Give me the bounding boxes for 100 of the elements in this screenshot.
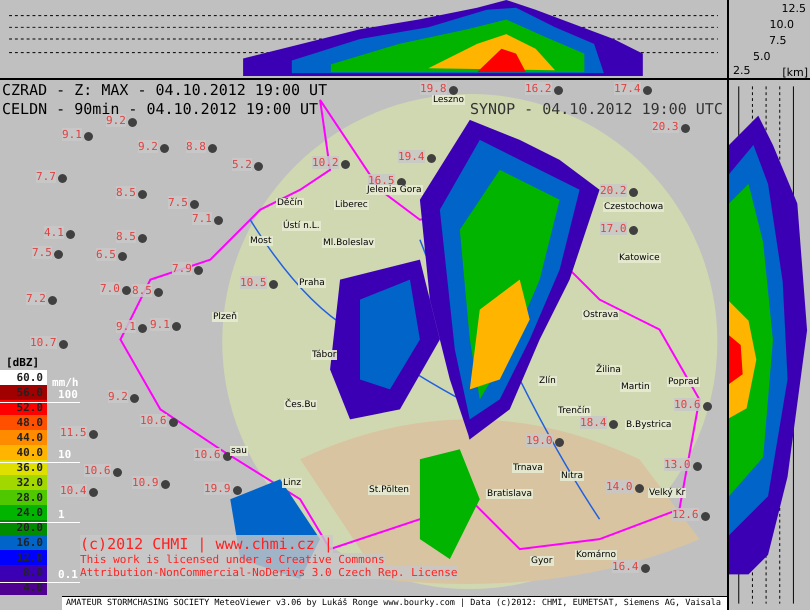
station-temperature: 5.2	[232, 158, 252, 171]
legend-level: 20.0	[0, 520, 47, 535]
city-label: Linz	[282, 478, 302, 488]
station-marker-icon	[130, 394, 139, 403]
city-label: Most	[249, 236, 272, 246]
rain-rate-label: 0.1	[58, 568, 78, 581]
station-temperature: 9.2	[108, 390, 128, 403]
legend-level: 12.0	[0, 550, 47, 565]
station-temperature: 19.0	[526, 434, 552, 447]
city-label: Praha	[298, 278, 326, 288]
city-label: Plzeň	[212, 312, 238, 322]
station-marker-icon	[208, 144, 217, 153]
station-temperature: 7.9	[172, 262, 192, 275]
rain-unit-label: mm/h	[52, 376, 78, 389]
copyright-text: (c)2012 CHMI | www.chmi.cz |	[80, 535, 333, 553]
station-marker-icon	[190, 200, 199, 209]
station-temperature: 7.7	[36, 170, 56, 183]
station-marker-icon	[118, 252, 127, 261]
city-label: Tábor	[311, 350, 338, 360]
station-temperature: 14.0	[606, 480, 632, 493]
station-temperature: 19.4	[398, 150, 424, 163]
legend-level: 32.0	[0, 475, 47, 490]
height-unit-label: [km]	[782, 66, 808, 79]
station-temperature: 19.8	[420, 82, 446, 95]
station-marker-icon	[54, 250, 63, 259]
city-label: Trnava	[512, 463, 544, 473]
rain-rate-label: 10	[58, 448, 72, 461]
license-text: Attribution-NonCommercial-NoDerivs 3.0 Czech Rep. License	[80, 566, 458, 579]
station-marker-icon	[680, 124, 690, 133]
station-temperature: 7.5	[32, 246, 52, 259]
city-label: Martin	[620, 382, 651, 392]
station-temperature: 6.5	[96, 248, 116, 261]
city-label: Leszno	[432, 95, 466, 105]
station-temperature: 19.9	[204, 482, 230, 495]
station-marker-icon	[138, 190, 147, 199]
radar-product-title: CZRAD - Z: MAX - 04.10.2012 19:00 UT	[2, 81, 328, 99]
station-marker-icon	[84, 132, 93, 141]
height-tick-label: 7.5	[769, 34, 786, 47]
station-marker-icon	[88, 430, 98, 439]
legend-level: 44.0	[0, 430, 47, 445]
station-marker-icon	[448, 86, 458, 95]
city-label: Ústí n.L.	[282, 221, 321, 231]
station-temperature: 17.0	[600, 222, 626, 235]
city-label: Czestochowa	[603, 202, 664, 212]
station-temperature: 10.5	[240, 276, 266, 289]
station-temperature: 16.2	[525, 82, 552, 95]
station-temperature: 8.5	[116, 230, 136, 243]
height-tick-label: 10.0	[770, 18, 794, 31]
station-temperature: 10.9	[132, 476, 158, 489]
station-marker-icon	[160, 480, 170, 489]
legend-level: 60.0	[0, 370, 47, 385]
station-temperature: 10.6	[194, 448, 220, 461]
station-temperature: 18.4	[580, 416, 606, 429]
city-label: B.Bystrica	[625, 420, 672, 430]
station-marker-icon	[138, 324, 147, 333]
station-temperature: 20.3	[652, 120, 678, 133]
station-marker-icon	[58, 174, 67, 183]
station-marker-icon	[700, 512, 710, 521]
legend-level: 8.0	[0, 565, 47, 580]
station-temperature: 7.5	[168, 196, 188, 209]
city-label: sau	[230, 446, 248, 456]
city-label: St.Pölten	[368, 485, 410, 495]
station-temperature: 10.6	[674, 398, 700, 411]
station-temperature: 4.1	[44, 226, 64, 239]
height-tick-label: 12.5	[782, 2, 806, 15]
station-temperature: 10.2	[312, 156, 338, 169]
city-label: Žilina	[595, 365, 622, 375]
station-temperature: 9.2	[138, 140, 158, 153]
city-label: Nitra	[560, 471, 584, 481]
city-label: Zlín	[538, 376, 557, 386]
station-temperature: 10.6	[140, 414, 166, 427]
station-marker-icon	[138, 234, 147, 243]
station-temperature: 7.2	[26, 292, 46, 305]
city-label: Bratislava	[486, 489, 533, 499]
city-label: Trenčín	[557, 406, 592, 416]
station-temperature: 10.6	[84, 464, 110, 477]
station-temperature: 8.8	[186, 140, 206, 153]
station-marker-icon	[122, 286, 131, 295]
station-temperature: 16.4	[612, 560, 638, 573]
legend-level: 24.0	[0, 505, 47, 520]
legend-level: 40.0	[0, 445, 47, 460]
station-temperature: 13.0	[664, 458, 690, 471]
station-temperature: 7.0	[100, 282, 120, 295]
station-marker-icon	[128, 118, 137, 127]
station-marker-icon	[112, 468, 122, 477]
station-temperature: 20.2	[600, 184, 626, 197]
legend-level: 16.0	[0, 535, 47, 550]
station-marker-icon	[554, 86, 562, 95]
station-marker-icon	[692, 462, 702, 471]
station-marker-icon	[214, 216, 223, 225]
city-label: Katowice	[618, 253, 661, 263]
legend-level: 28.0	[0, 490, 47, 505]
station-marker-icon	[168, 418, 178, 427]
station-marker-icon	[642, 86, 652, 95]
height-tick-label: 2.5	[733, 64, 750, 77]
city-label: Ostrava	[582, 310, 620, 320]
city-label: Jelenia Gora	[366, 185, 423, 195]
city-label: Gyor	[530, 556, 554, 566]
station-marker-icon	[222, 452, 232, 461]
station-marker-icon	[172, 322, 181, 331]
